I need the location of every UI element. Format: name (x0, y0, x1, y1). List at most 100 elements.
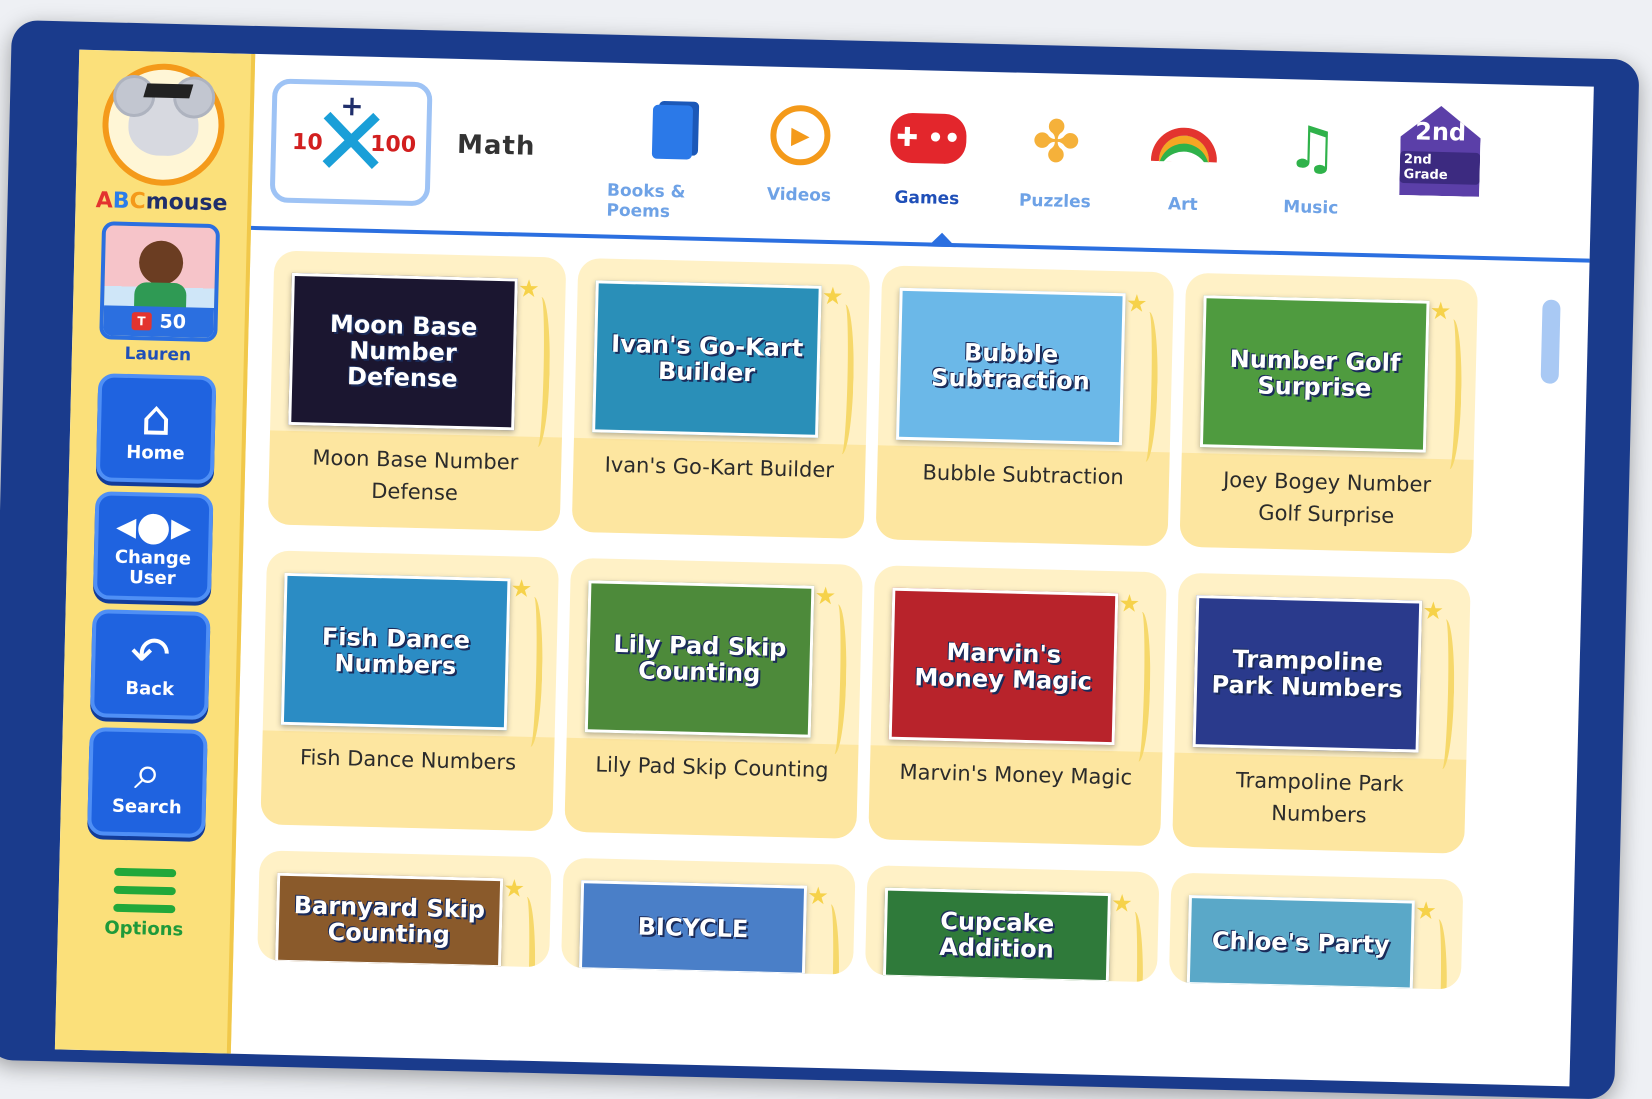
card-swoosh (527, 296, 552, 448)
home-button[interactable]: ⌂ Home (95, 373, 217, 485)
avatar-head (138, 240, 184, 286)
game-thumbnail: Barnyard Skip Counting (275, 872, 504, 968)
book-icon (651, 104, 694, 160)
star-icon: ★ (503, 874, 526, 903)
change-user-label: Change User (114, 546, 192, 590)
top-navigation: ✕ + 10 100 Math Books & Poems ▶ Videos ✚… (250, 53, 1594, 263)
star-icon: ★ (1429, 296, 1452, 326)
star-icon: ★ (1118, 589, 1141, 618)
options-label: Options (104, 917, 184, 941)
back-icon: ↶ (129, 626, 172, 684)
scrollbar[interactable] (1540, 299, 1561, 384)
graduation-cap-icon (143, 83, 194, 99)
home-icon: ⌂ (140, 390, 173, 448)
card-swoosh (1424, 918, 1449, 990)
game-card[interactable]: ★ Ivan's Go-Kart Builder Ivan's Go-Kart Bu… (571, 257, 871, 539)
game-card[interactable]: ★ Marvin's Money Magic Marvin's Money Magi… (868, 565, 1167, 847)
category-tabs: Books & Poems ▶ Videos ✚ •• Games ✤ Puzz… (606, 81, 1583, 245)
game-thumbnail: Bubble Subtraction (896, 287, 1126, 446)
card-swoosh (1128, 611, 1152, 762)
tab-label: Puzzles (1018, 190, 1092, 213)
change-user-icon: ◂●▸ (115, 502, 192, 551)
game-card[interactable]: ★ Bubble Subtraction Bubble Subtraction (875, 265, 1175, 547)
game-thumbnail: Moon Base Number Defense (288, 272, 518, 431)
brand-logo-text: ABCmouse (95, 188, 228, 217)
tab-videos[interactable]: ▶ Videos (734, 84, 865, 227)
game-card[interactable]: ★ Chloe's Party (1168, 872, 1464, 990)
mascot-logo[interactable] (101, 62, 226, 188)
game-thumbnail: Trampoline Park Numbers (1192, 595, 1423, 753)
search-button[interactable]: ⌕ Search (87, 727, 208, 838)
star-icon: ★ (821, 281, 844, 311)
card-swoosh (520, 596, 545, 748)
tile-number-right: 100 (369, 131, 417, 158)
tab-label: Art (1167, 194, 1198, 216)
tab-label: Books & Poems (606, 180, 686, 223)
star-icon: ★ (814, 581, 837, 611)
ticket-icon: T (131, 312, 152, 331)
game-thumbnail: Chloe's Party (1186, 895, 1415, 990)
game-thumbnail: BICYCLE (578, 880, 808, 975)
star-icon: ★ (1125, 289, 1148, 318)
game-title: Trampoline Park Numbers (1235, 768, 1404, 828)
star-icon: ★ (517, 274, 540, 303)
game-card[interactable]: ★ Cupcake Addition (864, 865, 1160, 983)
game-thumbnail: Fish Dance Numbers (280, 572, 511, 731)
star-icon: ★ (1414, 896, 1437, 926)
game-card[interactable]: ★ Moon Base Number Defense Moon Base Numbe… (267, 250, 567, 532)
game-title: Moon Base Number Defense (312, 445, 519, 506)
tab-games[interactable]: ✚ •• Games (862, 87, 993, 230)
game-title: Joey Bogey Number Golf Surprise (1222, 467, 1432, 528)
game-card[interactable]: ★ Lily Pad Skip Counting Lily Pad Skip Cou… (564, 557, 863, 839)
puzzle-icon: ✤ (1031, 106, 1082, 177)
game-card[interactable]: ★ Barnyard Skip Counting (257, 850, 552, 968)
star-icon: ★ (1110, 889, 1134, 918)
options-button[interactable]: Options (104, 867, 185, 941)
game-card[interactable]: ★ Trampoline Park Numbers Trampoline Park … (1172, 572, 1471, 854)
ticket-count: T 50 (103, 305, 215, 339)
home-label: Home (126, 441, 185, 465)
math-subject-tile[interactable]: ✕ + 10 100 (269, 78, 433, 207)
search-icon: ⌕ (133, 744, 162, 801)
star-icon: ★ (1422, 596, 1445, 626)
card-swoosh (1120, 911, 1145, 983)
card-swoosh (824, 604, 848, 755)
user-avatar[interactable]: T 50 (99, 221, 221, 343)
game-thumbnail: Ivan's Go-Kart Builder (592, 280, 822, 438)
music-note-icon: ♫ (1285, 113, 1340, 183)
card-swoosh (1135, 311, 1160, 463)
change-user-button[interactable]: ◂●▸ Change User (92, 491, 214, 603)
tab-music[interactable]: ♫ Music (1246, 96, 1377, 239)
search-label: Search (111, 795, 182, 819)
play-icon: ▶ (769, 104, 832, 167)
card-swoosh (831, 304, 856, 455)
sidebar: ABCmouse T 50 Lauren ⌂ Home ◂●▸ Change U… (54, 49, 256, 1054)
gamepad-icon: ✚ •• (889, 112, 967, 165)
game-card[interactable]: ★ Fish Dance Numbers Fish Dance Numbers (260, 550, 560, 832)
game-thumbnail: Cupcake Addition (882, 887, 1111, 983)
main-content: ✕ + 10 100 Math Books & Poems ▶ Videos ✚… (231, 53, 1594, 1086)
tab-puzzles[interactable]: ✤ Puzzles (990, 90, 1121, 233)
games-grid: ★ Moon Base Number Defense Moon Base Numbe… (257, 250, 1479, 990)
back-label: Back (125, 677, 175, 701)
game-card[interactable]: ★ BICYCLE (561, 857, 856, 975)
menu-icon (113, 867, 177, 914)
tile-plus: + (339, 89, 365, 123)
back-button[interactable]: ↶ Back (89, 609, 211, 720)
device-frame: ABCmouse T 50 Lauren ⌂ Home ◂●▸ Change U… (0, 20, 1640, 1099)
grade-badge: 2nd 2nd Grade (1399, 105, 1481, 197)
tab-art[interactable]: Art (1118, 93, 1249, 236)
tab-label: Music (1283, 197, 1339, 219)
game-thumbnail: Marvin's Money Magic (888, 587, 1119, 746)
card-swoosh (816, 904, 841, 975)
subject-title: Math (456, 129, 536, 162)
card-swoosh (1432, 618, 1456, 770)
game-thumbnail: Lily Pad Skip Counting (584, 580, 815, 738)
grade-selector[interactable]: 2nd 2nd Grade (1374, 99, 1505, 242)
grade-badge-label: 2nd Grade (1399, 151, 1480, 185)
game-card[interactable]: ★ Number Golf Surprise Joey Bogey Number G… (1179, 272, 1479, 554)
tab-label: Videos (766, 184, 832, 207)
star-icon: ★ (510, 574, 533, 603)
tab-books-poems[interactable]: Books & Poems (606, 81, 737, 224)
game-thumbnail: Number Golf Surprise (1199, 295, 1430, 453)
